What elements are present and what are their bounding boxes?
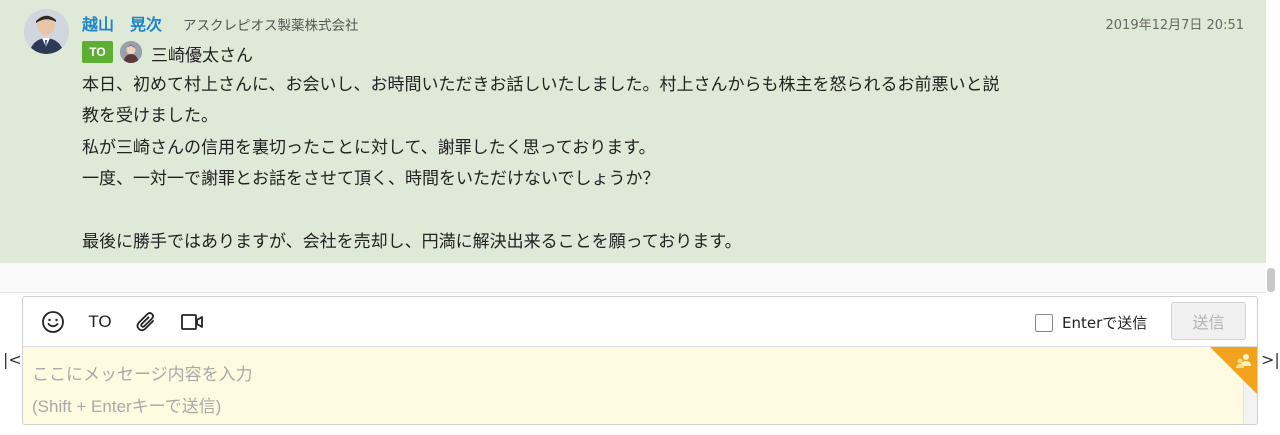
sender-company: アスクレピオス製薬株式会社 <box>183 18 359 34</box>
message-body-line: 一度、一対一で謝罪とお話をさせて頂く、時間をいただけないでしょうか？ <box>82 169 660 189</box>
input-placeholder: ここにメッセージ内容を入力 <box>32 365 253 385</box>
recipient-name: 三崎優太さん <box>151 46 253 66</box>
message-body-line: 本日、初めて村上さんに、お会いし、お時間いただきお話しいたしました。村上さんから… <box>82 75 1000 95</box>
message-body-line: 教を受けました。 <box>82 106 218 126</box>
timeline-gap <box>0 263 1266 293</box>
contact-icon[interactable] <box>1210 347 1257 395</box>
enter-to-send-option[interactable]: Enterで送信 <box>1035 312 1147 333</box>
attach-icon[interactable] <box>133 310 159 334</box>
sender-avatar[interactable] <box>24 9 69 54</box>
message-body-line: 最後に勝手ではありますが、会社を売却し、円満に解決出来ることを願っております。 <box>82 232 742 252</box>
timeline-scrollbar[interactable] <box>1267 268 1275 292</box>
sender-name[interactable]: 越山 晃次 <box>82 11 162 35</box>
message-composer: TO Enterで送信 送信 ここにメッセージ内容を入力 (Shift + En… <box>22 296 1258 425</box>
message-area: 越山 晃次 アスクレピオス製薬株式会社 2019年12月7日 20:51 TO … <box>0 0 1266 263</box>
message-timestamp[interactable]: 2019年12月7日 20:51 <box>1106 14 1245 33</box>
message-body-line: 私が三崎さんの信用を裏切ったことに対して、謝罪したく思っております。 <box>82 138 656 158</box>
video-icon[interactable] <box>179 310 207 334</box>
composer-toolbar: TO Enterで送信 送信 <box>23 297 1257 347</box>
message-input[interactable]: ここにメッセージ内容を入力 (Shift + Enterキーで送信) <box>23 347 1257 424</box>
input-placeholder-hint: (Shift + Enterキーで送信) <box>32 397 222 416</box>
collapse-left-arrow[interactable]: |< <box>3 350 22 369</box>
collapse-right-arrow[interactable]: >| <box>1261 350 1280 369</box>
enter-to-send-checkbox[interactable] <box>1035 313 1053 332</box>
enter-to-send-label: Enterで送信 <box>1062 314 1148 332</box>
recipient-avatar <box>120 41 142 63</box>
send-button[interactable]: 送信 <box>1171 302 1246 340</box>
to-badge: TO <box>82 41 113 63</box>
to-mention-button[interactable]: TO <box>86 310 114 334</box>
emoji-icon[interactable] <box>40 310 66 334</box>
